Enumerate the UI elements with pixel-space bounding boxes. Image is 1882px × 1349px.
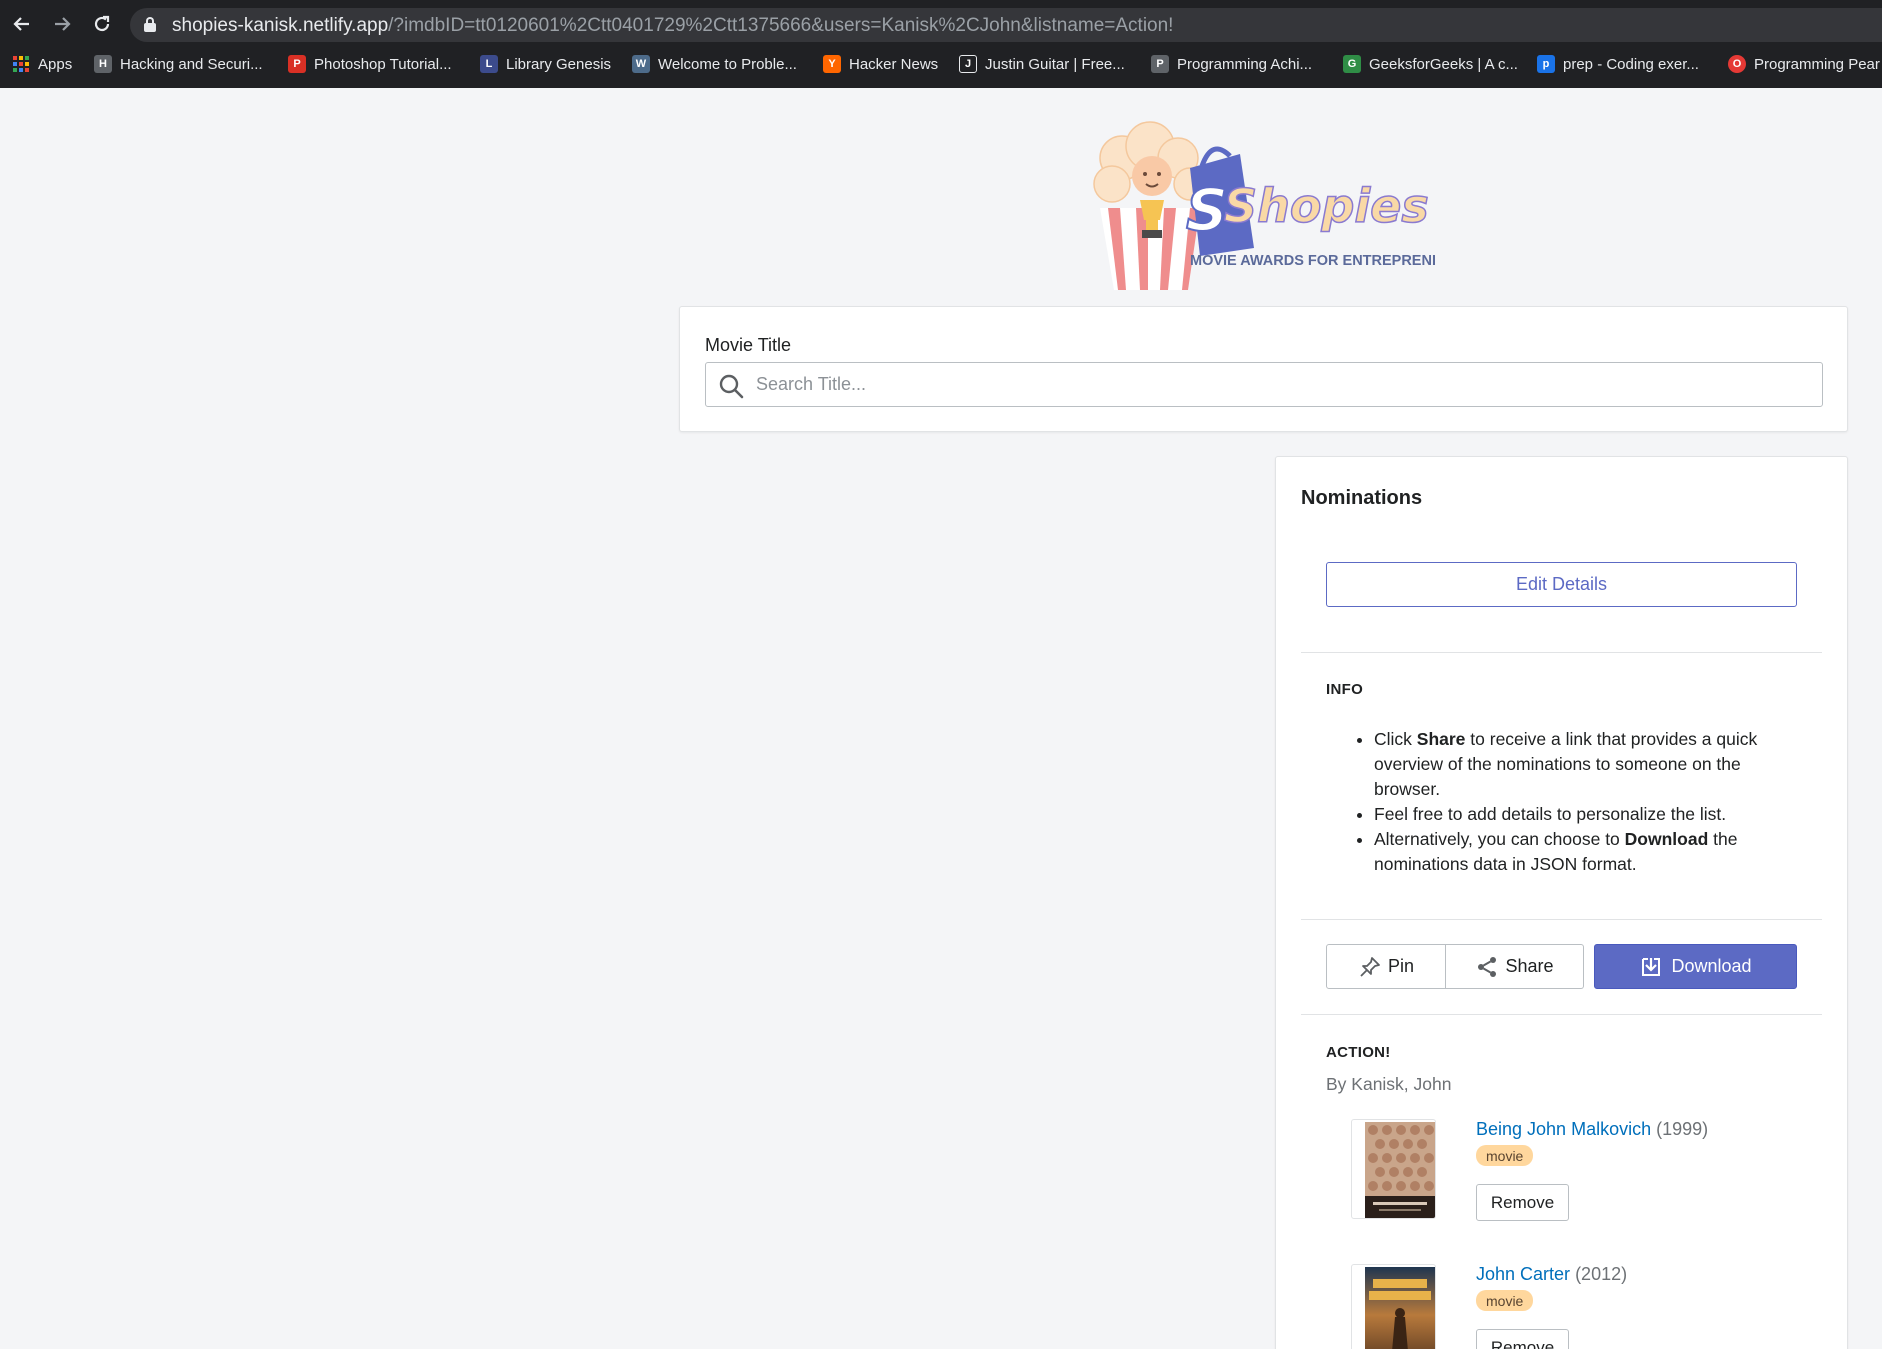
favicon-icon: P — [288, 55, 306, 73]
bookmark-prep[interactable]: p prep - Coding exer... — [1537, 50, 1699, 78]
nominations-title: Nominations — [1301, 487, 1423, 509]
shopies-logo: S Shopies MOVIE AWARDS FOR ENTREPRENEURS — [1090, 118, 1473, 293]
url-path: /?imdbID=tt0120601%2Ctt0401729%2Ctt13756… — [388, 15, 1174, 36]
forward-button[interactable] — [44, 6, 80, 42]
logo-brand-text: Shopies — [1224, 179, 1429, 233]
movie-title: Being John Malkovich (1999) — [1476, 1119, 1708, 1140]
movie-title-link[interactable]: Being John Malkovich — [1476, 1119, 1651, 1139]
bookmark-label: Hacker News — [849, 55, 939, 73]
info-list: Click Share to receive a link that provi… — [1374, 727, 1794, 877]
bookmark-library-genesis[interactable]: L Library Genesis — [480, 50, 611, 78]
movie-poster — [1351, 1119, 1436, 1219]
pin-button[interactable]: Pin — [1326, 944, 1446, 989]
movie-year: (1999) — [1656, 1119, 1709, 1139]
favicon-icon: P — [1151, 55, 1169, 73]
reload-icon — [94, 15, 110, 32]
address-bar-row: shopies-kanisk.netlify.app/?imdbID=tt012… — [0, 6, 1882, 42]
bookmark-welcome[interactable]: W Welcome to Proble... — [632, 50, 797, 78]
favicon-icon: J — [959, 55, 977, 73]
arrow-right-icon — [55, 17, 71, 31]
omnibox[interactable]: shopies-kanisk.netlify.app/?imdbID=tt012… — [130, 8, 1882, 42]
url-text[interactable]: shopies-kanisk.netlify.app/?imdbID=tt012… — [172, 15, 1173, 37]
search-icon — [719, 374, 744, 399]
info-heading: INFO — [1326, 681, 1364, 698]
bookmark-label: GeeksforGeeks | A c... — [1369, 55, 1518, 73]
back-button[interactable] — [4, 6, 40, 42]
movie-title: John Carter (2012) — [1476, 1264, 1627, 1285]
arrow-left-icon — [13, 17, 29, 31]
favicon-icon: G — [1343, 55, 1361, 73]
bookmark-programming-pear[interactable]: O Programming Pear — [1728, 50, 1880, 78]
bookmark-apps[interactable]: Apps — [12, 50, 72, 78]
bookmark-label: Programming Achi... — [1177, 55, 1313, 73]
browser-chrome: shopies-kanisk.netlify.app/?imdbID=tt012… — [0, 0, 1882, 88]
nominated-movie: Being John Malkovich (1999) movie Remove — [1351, 1119, 1791, 1229]
download-label: Download — [1671, 956, 1752, 976]
pin-label: Pin — [1387, 956, 1414, 976]
list-owners: By Kanisk, John — [1326, 1074, 1452, 1094]
divider — [1301, 652, 1822, 653]
info-item-download: Alternatively, you can choose to Downloa… — [1374, 827, 1794, 877]
list-name-heading: ACTION! — [1326, 1044, 1391, 1061]
favicon-icon: W — [632, 55, 650, 73]
bookmarks-bar: Apps H Hacking and Securi... P Photoshop… — [0, 50, 1882, 78]
remove-button[interactable]: Remove — [1476, 1329, 1569, 1349]
search-card: Movie Title — [679, 306, 1848, 432]
bookmark-hacker-news[interactable]: Y Hacker News — [823, 50, 938, 78]
movie-type-badge: movie — [1476, 1290, 1534, 1311]
reload-button[interactable] — [84, 6, 120, 42]
favicon-icon: O — [1728, 55, 1746, 73]
divider — [1301, 919, 1822, 920]
bookmark-label: Photoshop Tutorial... — [314, 55, 452, 73]
bookmark-label: Welcome to Proble... — [658, 55, 797, 73]
nominations-card: Nominations Edit Details INFO Click Shar… — [1275, 456, 1848, 1349]
movie-type-badge: movie — [1476, 1145, 1534, 1166]
pin-icon — [1360, 956, 1380, 977]
apps-grid-icon — [12, 55, 30, 73]
download-button[interactable]: Download — [1594, 944, 1797, 989]
share-label: Share — [1505, 956, 1554, 976]
remove-button[interactable]: Remove — [1476, 1184, 1569, 1221]
share-icon — [1478, 956, 1497, 977]
bookmark-geeksforgeeks[interactable]: G GeeksforGeeks | A c... — [1343, 50, 1518, 78]
bookmark-justin-guitar[interactable]: J Justin Guitar | Free... — [959, 50, 1125, 78]
info-item-details: Feel free to add details to personalize … — [1374, 802, 1794, 827]
bookmark-label: prep - Coding exer... — [1563, 55, 1699, 73]
info-item-share: Click Share to receive a link that provi… — [1374, 727, 1794, 802]
share-button[interactable]: Share — [1446, 944, 1584, 989]
bookmark-label: Apps — [38, 55, 73, 73]
bookmark-label: Justin Guitar | Free... — [985, 55, 1125, 73]
url-host: shopies-kanisk.netlify.app — [172, 15, 389, 36]
divider — [1301, 1014, 1822, 1015]
lock-icon — [144, 17, 156, 32]
favicon-icon: H — [94, 55, 112, 73]
edit-details-button[interactable]: Edit Details — [1326, 562, 1797, 607]
search-field[interactable] — [705, 362, 1823, 407]
search-input[interactable] — [756, 363, 1806, 406]
bookmark-label: Library Genesis — [506, 55, 612, 73]
movie-poster — [1351, 1264, 1436, 1349]
bookmark-label: Hacking and Securi... — [120, 55, 263, 73]
hacker-news-icon: Y — [823, 55, 841, 73]
bookmark-hacking[interactable]: H Hacking and Securi... — [94, 50, 263, 78]
pin-share-button-group: Pin Share — [1326, 944, 1584, 989]
favicon-icon: L — [480, 55, 498, 73]
bookmark-programming-achi[interactable]: P Programming Achi... — [1151, 50, 1312, 78]
logo-tagline: MOVIE AWARDS FOR ENTREPRENEURS — [1190, 253, 1435, 269]
bookmark-label: Programming Pear — [1754, 55, 1880, 73]
movie-year: (2012) — [1575, 1264, 1628, 1284]
movie-title-label: Movie Title — [705, 335, 792, 355]
movie-title-link[interactable]: John Carter — [1476, 1264, 1570, 1284]
favicon-icon: p — [1537, 55, 1555, 73]
nominated-movie: John Carter (2012) movie Remove — [1351, 1264, 1791, 1349]
svg-text:S: S — [1186, 176, 1228, 244]
bookmark-photoshop[interactable]: P Photoshop Tutorial... — [288, 50, 452, 78]
download-icon — [1642, 957, 1661, 976]
